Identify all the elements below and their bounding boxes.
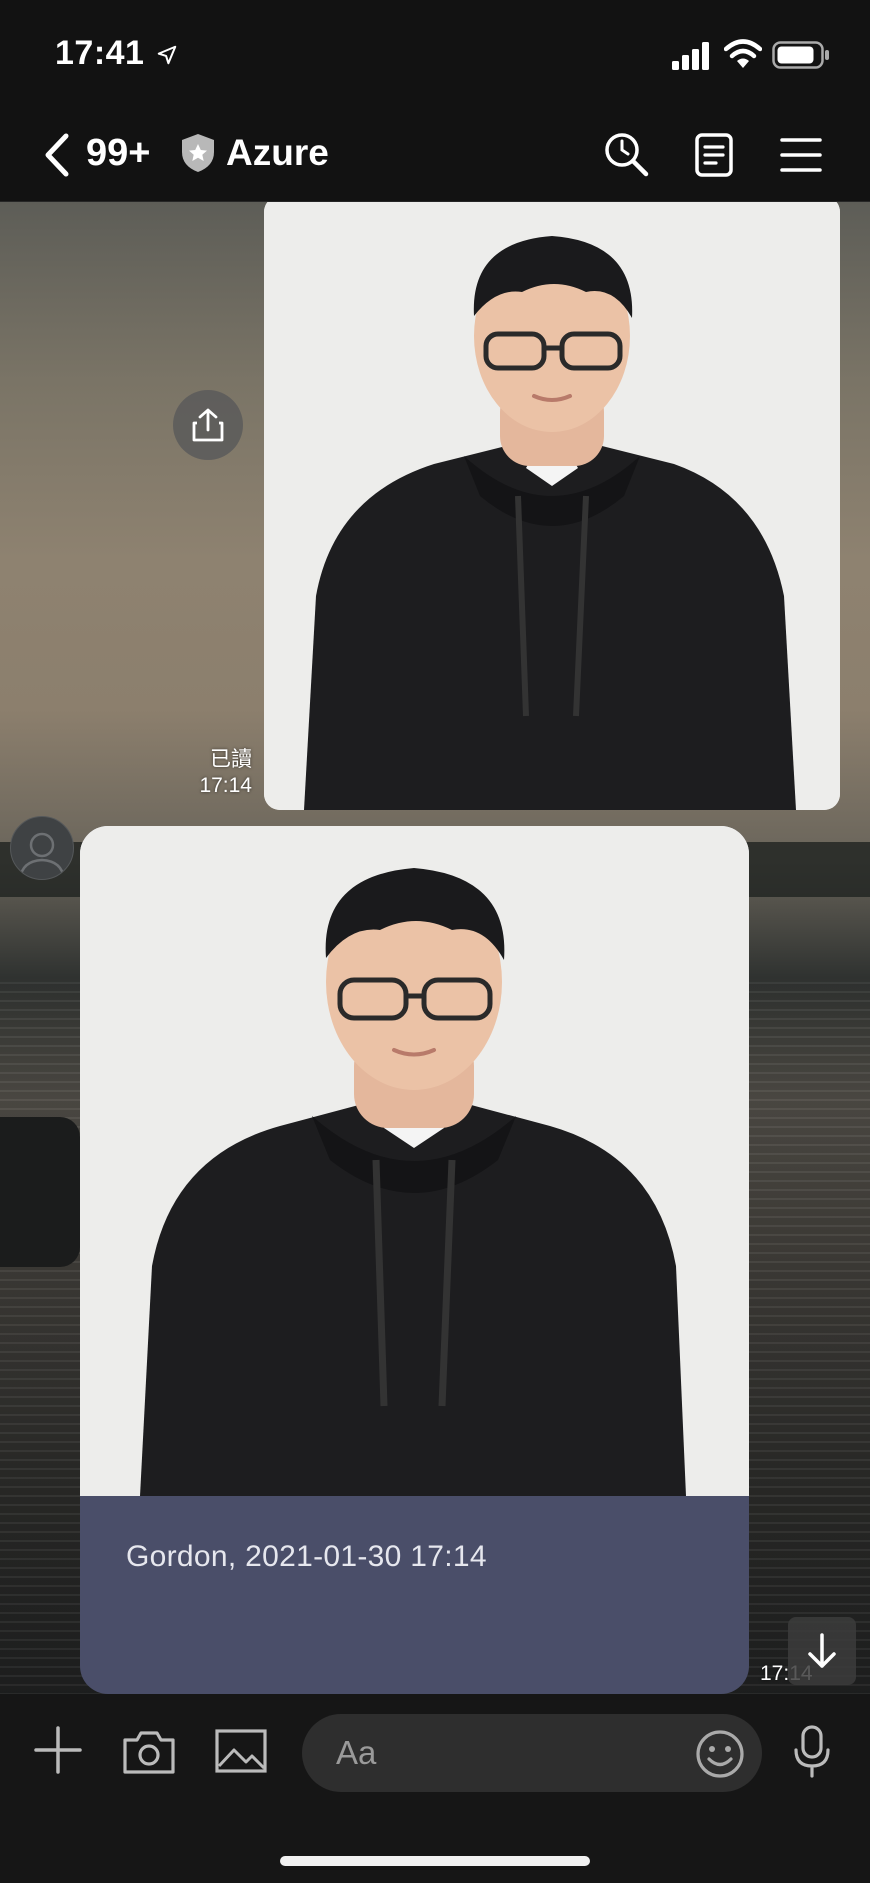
arrow-down-icon [808,1633,836,1668]
message-input-placeholder: Aa [336,1734,377,1771]
notes-icon[interactable] [694,132,734,178]
shield-star-icon [182,134,214,172]
status-time: 17:41 [55,34,145,72]
portrait-photo [264,202,840,810]
background-telescope [0,1117,80,1267]
unread-count[interactable]: 99+ [86,132,150,175]
received-photo[interactable] [80,826,749,1496]
avatar[interactable] [10,816,74,880]
chat-title[interactable]: Azure [226,132,329,174]
search-icon[interactable] [602,130,652,180]
chevron-left-icon[interactable] [40,130,74,180]
message-input[interactable]: Aa [302,1714,762,1792]
share-upload-icon [192,408,224,442]
message-input-bar: Aa [0,1694,870,1883]
default-user-icon [18,832,66,879]
status-bar: 17:41 [0,0,870,108]
cellular-signal-icon [672,42,709,70]
read-receipt: 已讀 17:14 [199,747,252,799]
plus-icon[interactable] [32,1724,84,1776]
read-status: 已讀 [210,748,252,771]
chat-message-area[interactable]: 已讀 17:14 Gordon, 2021-01-30 17:14 17:14 [0,202,870,1694]
share-button[interactable] [173,390,243,460]
chat-header: 99+ Azure [0,108,870,202]
wifi-icon [724,39,762,68]
image-icon[interactable] [214,1728,268,1774]
emoji-icon[interactable] [694,1728,746,1780]
photo-caption: Gordon, 2021-01-30 17:14 [126,1540,487,1573]
battery-icon [772,41,829,69]
microphone-icon[interactable] [792,1724,832,1780]
received-photo-card[interactable]: Gordon, 2021-01-30 17:14 [80,826,749,1694]
scroll-down-button[interactable] [788,1617,856,1685]
location-arrow-icon [157,45,177,65]
menu-icon[interactable] [780,136,822,174]
message-time: 17:14 [199,774,252,797]
camera-icon[interactable] [121,1728,177,1776]
home-indicator [280,1856,590,1866]
sent-photo-message[interactable] [264,202,840,810]
portrait-photo [80,826,749,1496]
